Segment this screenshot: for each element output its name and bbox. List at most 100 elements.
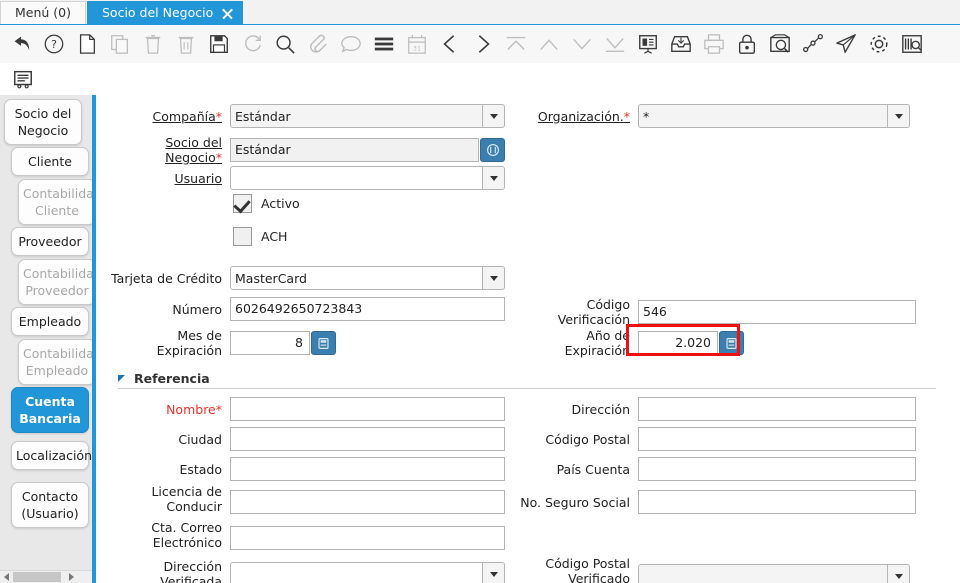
sidebar-item-label: Cliente	[28, 154, 72, 169]
no-seguro-social-input[interactable]	[638, 490, 916, 514]
tab-socio-del-negocio-label: Socio del Negocio	[102, 2, 213, 24]
field-ano-de-expiracion: Año de Expiración 2.020	[520, 328, 744, 358]
ach-checkbox[interactable]: ACH	[233, 227, 287, 246]
sidebar-item-cliente[interactable]: Cliente	[11, 147, 89, 176]
product-info-icon[interactable]	[6, 63, 39, 95]
ciudad-input[interactable]	[230, 427, 505, 451]
sidebar-horizontal-scrollbar[interactable]	[0, 570, 96, 583]
pais-cuenta-input[interactable]	[638, 457, 916, 481]
field-socio-del-negocio: Socio del Negocio* Estándar	[110, 135, 505, 165]
calendar-icon: 31	[400, 28, 433, 60]
field-tarjeta-de-credito-label: Tarjeta de Crédito	[110, 271, 222, 286]
organizacion-value: *	[643, 109, 887, 124]
section-referencia-title: Referencia	[134, 371, 210, 386]
tarjeta-de-credito-select[interactable]: MasterCard	[230, 266, 505, 290]
codigo-postal-verificado-select[interactable]	[638, 564, 910, 583]
up-icon	[532, 28, 565, 60]
report-icon[interactable]	[631, 28, 664, 60]
ano-de-expiracion-input[interactable]: 2.020	[638, 331, 718, 355]
activo-checkbox[interactable]: Activo	[233, 194, 300, 213]
workflow-icon[interactable]	[796, 28, 829, 60]
zoom-across-icon[interactable]	[763, 28, 796, 60]
chevron-down-icon[interactable]	[482, 105, 504, 127]
chevron-down-icon[interactable]	[887, 565, 909, 583]
mes-de-expiracion-editor-button[interactable]	[311, 331, 336, 355]
activo-label: Activo	[261, 196, 300, 211]
direccion-input[interactable]	[638, 397, 916, 421]
save-icon[interactable]	[202, 28, 235, 60]
field-numero-label: Número	[110, 302, 222, 317]
field-ach: ACH	[233, 227, 287, 246]
sidebar-navigation: Socio del Negocio Cliente Contabilidad C…	[0, 95, 96, 570]
undo-icon[interactable]	[4, 28, 37, 60]
lock-icon[interactable]	[730, 28, 763, 60]
organizacion-select[interactable]: *	[638, 104, 910, 128]
codigo-verificacion-input[interactable]: 546	[638, 300, 916, 324]
mes-de-expiracion-value: 8	[295, 335, 303, 350]
field-pais-cuenta-label: País Cuenta	[520, 462, 630, 477]
ano-de-expiracion-editor-button[interactable]	[719, 331, 744, 355]
usuario-select[interactable]	[230, 166, 505, 190]
scroll-right-arrow-icon[interactable]	[66, 571, 77, 582]
sidebar-item-proveedor[interactable]: Proveedor	[11, 227, 89, 256]
next-record-icon[interactable]	[466, 28, 499, 60]
compania-select[interactable]: Estándar	[230, 104, 505, 128]
grid-toggle-icon[interactable]	[367, 28, 400, 60]
field-pais-cuenta: País Cuenta	[520, 457, 916, 481]
collapse-triangle-icon[interactable]	[118, 375, 125, 382]
tab-menu[interactable]: Menú (0)	[0, 1, 86, 24]
checkbox-box[interactable]	[233, 194, 252, 213]
sidebar-item-contacto-usuario[interactable]: Contacto (Usuario)	[11, 482, 89, 528]
nombre-input[interactable]	[230, 397, 505, 421]
section-referencia-header[interactable]: Referencia	[118, 371, 210, 386]
archive-icon[interactable]	[664, 28, 697, 60]
sidebar-item-empleado[interactable]: Empleado	[11, 307, 89, 336]
mes-de-expiracion-input[interactable]: 8	[230, 331, 310, 355]
checkbox-box[interactable]	[233, 227, 252, 246]
socio-del-negocio-lookup-button[interactable]	[480, 138, 505, 162]
required-marker: *	[216, 150, 222, 165]
gear-icon[interactable]	[862, 28, 895, 60]
field-codigo-verificacion-label: Código Verificación	[520, 297, 630, 327]
tab-socio-del-negocio[interactable]: Socio del Negocio	[87, 1, 243, 24]
sidebar-horizontal-scroll-thumb[interactable]	[13, 572, 61, 582]
prev-record-icon[interactable]	[433, 28, 466, 60]
licencia-de-conducir-input[interactable]	[230, 490, 505, 514]
sidebar-item-localizacion[interactable]: Localización	[11, 441, 89, 470]
close-icon[interactable]	[221, 7, 234, 20]
socio-del-negocio-input[interactable]: Estándar	[230, 138, 479, 162]
chevron-down-icon[interactable]	[482, 267, 504, 289]
numero-input[interactable]: 6026492650723843	[230, 297, 505, 321]
delete-icon	[136, 28, 169, 60]
sidebar-item-cuenta-bancaria[interactable]: Cuenta Bancaria	[11, 387, 89, 433]
direccion-verificada-select[interactable]	[230, 562, 505, 583]
sidebar-item-contabilidad-empleado[interactable]: Contabilidad Empleado	[18, 339, 96, 385]
sidebar-item-socio-del-negocio[interactable]: Socio del Negocio	[4, 99, 82, 145]
new-record-icon[interactable]	[70, 28, 103, 60]
field-cta-correo-electronico-label: Cta. Correo Electrónico	[110, 520, 222, 550]
compania-value: Estándar	[235, 109, 482, 124]
delete-all-icon	[169, 28, 202, 60]
sidebar-item-contabilidad-cliente[interactable]: Contabilidad Cliente	[18, 179, 96, 225]
chevron-down-icon[interactable]	[887, 105, 909, 127]
cta-correo-electronico-input[interactable]	[230, 526, 505, 550]
send-icon[interactable]	[829, 28, 862, 60]
sidebar-item-label: Localización	[16, 448, 92, 463]
barcode-icon[interactable]	[895, 28, 928, 60]
field-numero: Número 6026492650723843	[110, 297, 505, 321]
sidebar-item-contabilidad-proveedor[interactable]: Contabilidad Proveedor	[18, 259, 96, 305]
codigo-postal-input[interactable]	[638, 427, 916, 451]
application-window: Menú (0) Socio del Negocio ?	[0, 0, 960, 583]
sidebar-item-label: Contabilidad Empleado	[23, 346, 96, 378]
svg-text:?: ?	[51, 38, 57, 51]
chevron-down-icon[interactable]	[482, 167, 504, 189]
estado-input[interactable]	[230, 457, 505, 481]
sidebar-item-label: Empleado	[19, 314, 81, 329]
chevron-down-icon[interactable]	[482, 563, 504, 583]
first-record-icon	[499, 28, 532, 60]
field-estado-label: Estado	[110, 462, 222, 477]
field-direccion-label: Dirección	[520, 402, 630, 417]
search-icon[interactable]	[268, 28, 301, 60]
help-icon[interactable]: ?	[37, 28, 70, 60]
scroll-left-arrow-icon[interactable]	[1, 571, 12, 582]
